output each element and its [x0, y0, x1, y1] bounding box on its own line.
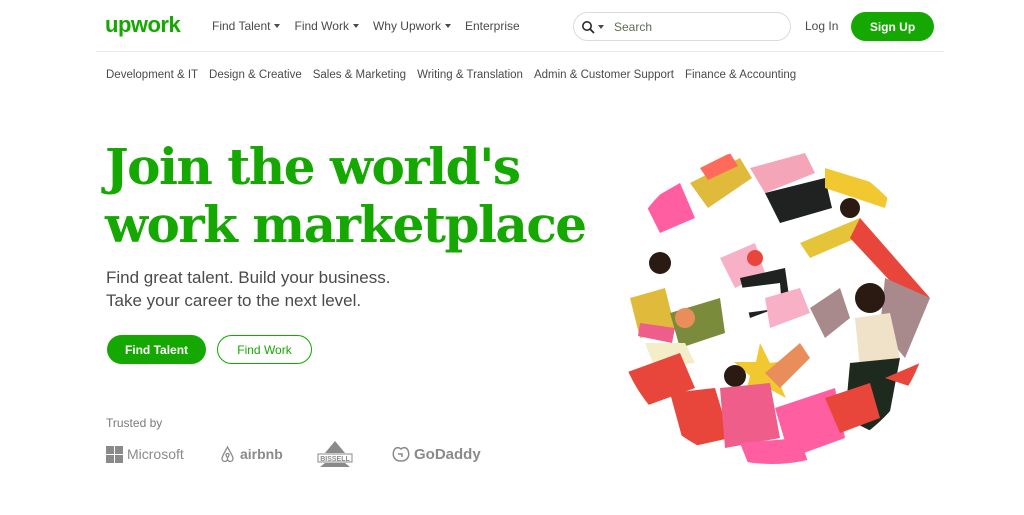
search-icon[interactable]: [581, 20, 595, 34]
header-divider: [96, 51, 944, 52]
brand-name: airbnb: [240, 446, 283, 462]
hero-subtitle-line: Find great talent. Build your business.: [106, 268, 391, 287]
brand-name: BISSELL: [320, 456, 350, 463]
microsoft-icon: [106, 445, 123, 463]
chevron-down-icon: [352, 24, 359, 28]
category-writing-translation[interactable]: Writing & Translation: [417, 69, 523, 81]
trusted-by-label: Trusted by: [106, 416, 163, 430]
nav-label: Why Upwork: [372, 19, 441, 33]
bissell-icon: BISSELL: [317, 441, 353, 467]
category-design-creative[interactable]: Design & Creative: [209, 69, 302, 81]
brand-name: GoDaddy: [414, 445, 481, 463]
brand-name: Microsoft: [127, 446, 184, 462]
godaddy-logo: GoDaddy: [391, 440, 481, 468]
nav-label: Enterprise: [464, 19, 520, 33]
chevron-down-icon: [274, 24, 281, 28]
search-input[interactable]: [614, 19, 774, 34]
login-link[interactable]: Log In: [805, 19, 838, 33]
chevron-down-icon: [444, 24, 451, 28]
category-admin-support[interactable]: Admin & Customer Support: [534, 69, 674, 81]
category-finance-accounting[interactable]: Finance & Accounting: [685, 69, 796, 81]
microsoft-logo: Microsoft: [106, 440, 184, 468]
bissell-logo: BISSELL: [314, 440, 356, 468]
hero-illustration: [625, 153, 930, 464]
chevron-down-icon[interactable]: [598, 24, 604, 29]
nav-label: Find Work: [294, 19, 349, 33]
nav-enterprise[interactable]: Enterprise: [465, 19, 520, 33]
site-header: upwork Find Talent Find Work Why Upwork …: [0, 0, 1024, 52]
signup-button[interactable]: Sign Up: [851, 12, 934, 41]
category-development-it[interactable]: Development & IT: [106, 69, 198, 81]
godaddy-icon: [392, 446, 410, 462]
hero-subtitle-line: Take your career to the next level.: [106, 291, 362, 310]
airbnb-icon: [221, 445, 234, 463]
find-talent-button[interactable]: Find Talent: [107, 335, 206, 364]
find-work-button[interactable]: Find Work: [217, 335, 312, 364]
nav-find-talent[interactable]: Find Talent: [212, 19, 281, 33]
nav-label: Find Talent: [212, 19, 271, 33]
hero-title-line: work marketplace: [105, 195, 587, 254]
main-nav: Find Talent Find Work Why Upwork Enterpr…: [212, 19, 534, 33]
category-bar: Development & IT Design & Creative Sales…: [106, 69, 807, 81]
airbnb-logo: airbnb: [219, 440, 283, 468]
nav-find-work[interactable]: Find Work: [294, 19, 359, 33]
category-sales-marketing[interactable]: Sales & Marketing: [313, 69, 406, 81]
hero-subtitle: Find great talent. Build your business. …: [106, 266, 390, 312]
logo-text: upwork: [105, 12, 181, 37]
upwork-logo[interactable]: upwork: [105, 11, 185, 39]
nav-why-upwork[interactable]: Why Upwork: [373, 19, 451, 33]
hero-title-line: Join the world's: [105, 137, 521, 196]
hero-title: Join the world's work marketplace: [105, 138, 605, 254]
search-box[interactable]: [573, 12, 791, 41]
